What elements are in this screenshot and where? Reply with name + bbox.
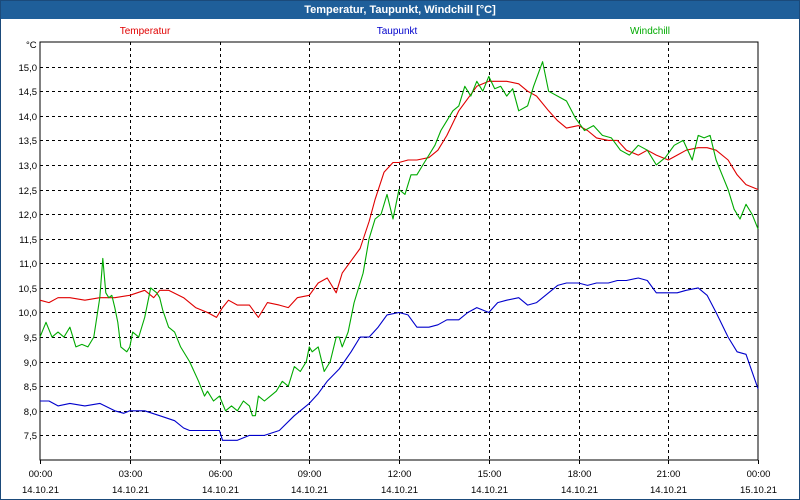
- y-tick-label: 10,0: [19, 308, 38, 319]
- x-tick-date: 14.10.21: [381, 485, 418, 496]
- y-tick-label: 15,0: [19, 63, 38, 74]
- y-tick-label: 13,0: [19, 161, 38, 172]
- legend-windchill: Windchill: [630, 26, 670, 37]
- x-tick-date: 14.10.21: [22, 485, 59, 496]
- y-tick-label: 11,0: [19, 259, 37, 270]
- x-tick-time: 09:00: [298, 469, 322, 480]
- x-tick-date: 14.10.21: [112, 485, 149, 496]
- legend-temperatur: Temperatur: [120, 26, 171, 37]
- legend-taupunkt: Taupunkt: [377, 26, 418, 37]
- y-tick-label: 8,0: [24, 407, 37, 418]
- x-tick-date: 15.10.21: [740, 485, 777, 496]
- y-axis-label: °C: [26, 40, 37, 51]
- x-tick-time: 18:00: [568, 469, 592, 480]
- y-tick-label: 14,5: [19, 87, 38, 98]
- x-tick-time: 03:00: [119, 469, 143, 480]
- x-tick-time: 00:00: [747, 469, 771, 480]
- y-tick-label: 11,5: [19, 235, 37, 246]
- y-tick-label: 9,0: [24, 358, 37, 369]
- line-chart: 7,5 8,0 8,5 9,0 9,5 10,0 10,5 11,0 11,5 12,0 12,5 1…: [19, 26, 777, 496]
- x-tick-time: 15:00: [478, 469, 502, 480]
- y-tick-label: 12,5: [19, 186, 38, 197]
- y-tick-label: 9,5: [24, 333, 37, 344]
- y-tick-label: 7,5: [24, 431, 37, 442]
- y-tick-label: 12,0: [19, 210, 38, 221]
- x-tick-date: 14.10.21: [561, 485, 598, 496]
- x-tick-date: 14.10.21: [471, 485, 508, 496]
- x-tick-date: 14.10.21: [202, 485, 239, 496]
- x-tick-time: 12:00: [388, 469, 412, 480]
- x-tick-time: 21:00: [657, 469, 681, 480]
- y-tick-label: 8,5: [24, 382, 37, 393]
- x-tick-time: 00:00: [29, 469, 53, 480]
- y-tick-label: 10,5: [19, 284, 38, 295]
- y-tick-label: 14,0: [19, 112, 38, 123]
- y-tick-label: 13,5: [19, 136, 38, 147]
- x-tick-date: 14.10.21: [291, 485, 328, 496]
- x-tick-date: 14.10.21: [650, 485, 687, 496]
- x-tick-time: 06:00: [209, 469, 233, 480]
